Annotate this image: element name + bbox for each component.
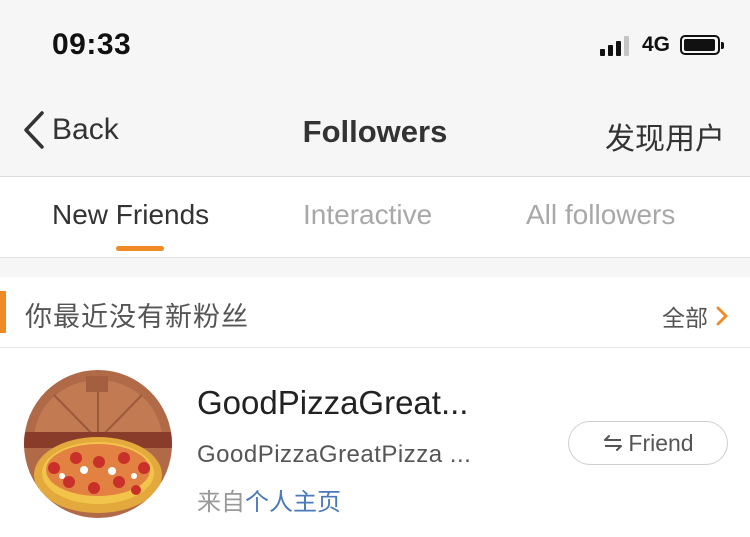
nav-bar: Back Followers 发现用户 [0, 90, 750, 177]
status-indicators: 4G [599, 33, 724, 57]
pizza-avatar[interactable] [24, 370, 172, 518]
section-accent-bar [0, 291, 6, 333]
chevron-right-icon [716, 306, 728, 326]
friend-button[interactable]: Friend [568, 421, 728, 465]
mutual-follow-icon [604, 435, 623, 451]
tab-all-followers[interactable]: All followers [526, 199, 675, 231]
cellular-signal-icon [599, 34, 632, 56]
battery-icon [680, 35, 724, 55]
user-description: GoodPizzaGreatPizza ... [197, 441, 472, 468]
status-bar: 09:33 4G [0, 0, 750, 90]
user-source: 来自个人主页 [197, 482, 341, 517]
discover-users-button[interactable]: 发现用户 [605, 114, 725, 158]
status-time: 09:33 [52, 28, 132, 61]
network-type: 4G [641, 33, 670, 56]
friend-label: Friend [628, 429, 694, 456]
source-prefix: 来自 [197, 489, 245, 516]
source-link[interactable]: 个人主页 [245, 489, 341, 516]
see-all-label: 全部 [662, 305, 708, 331]
section-header: 你最近没有新粉丝 全部 [0, 277, 750, 348]
tab-interactive[interactable]: Interactive [303, 199, 432, 231]
tab-bar: New Friends Interactive All followers [0, 177, 750, 258]
active-tab-indicator [116, 246, 164, 251]
section-title: 你最近没有新粉丝 [25, 302, 249, 332]
list-item[interactable]: GoodPizzaGreat... GoodPizzaGreatPizza ..… [0, 348, 750, 537]
see-all-button[interactable]: 全部 [662, 299, 728, 333]
tab-new-friends[interactable]: New Friends [52, 199, 209, 231]
username[interactable]: GoodPizzaGreat... [197, 384, 468, 422]
